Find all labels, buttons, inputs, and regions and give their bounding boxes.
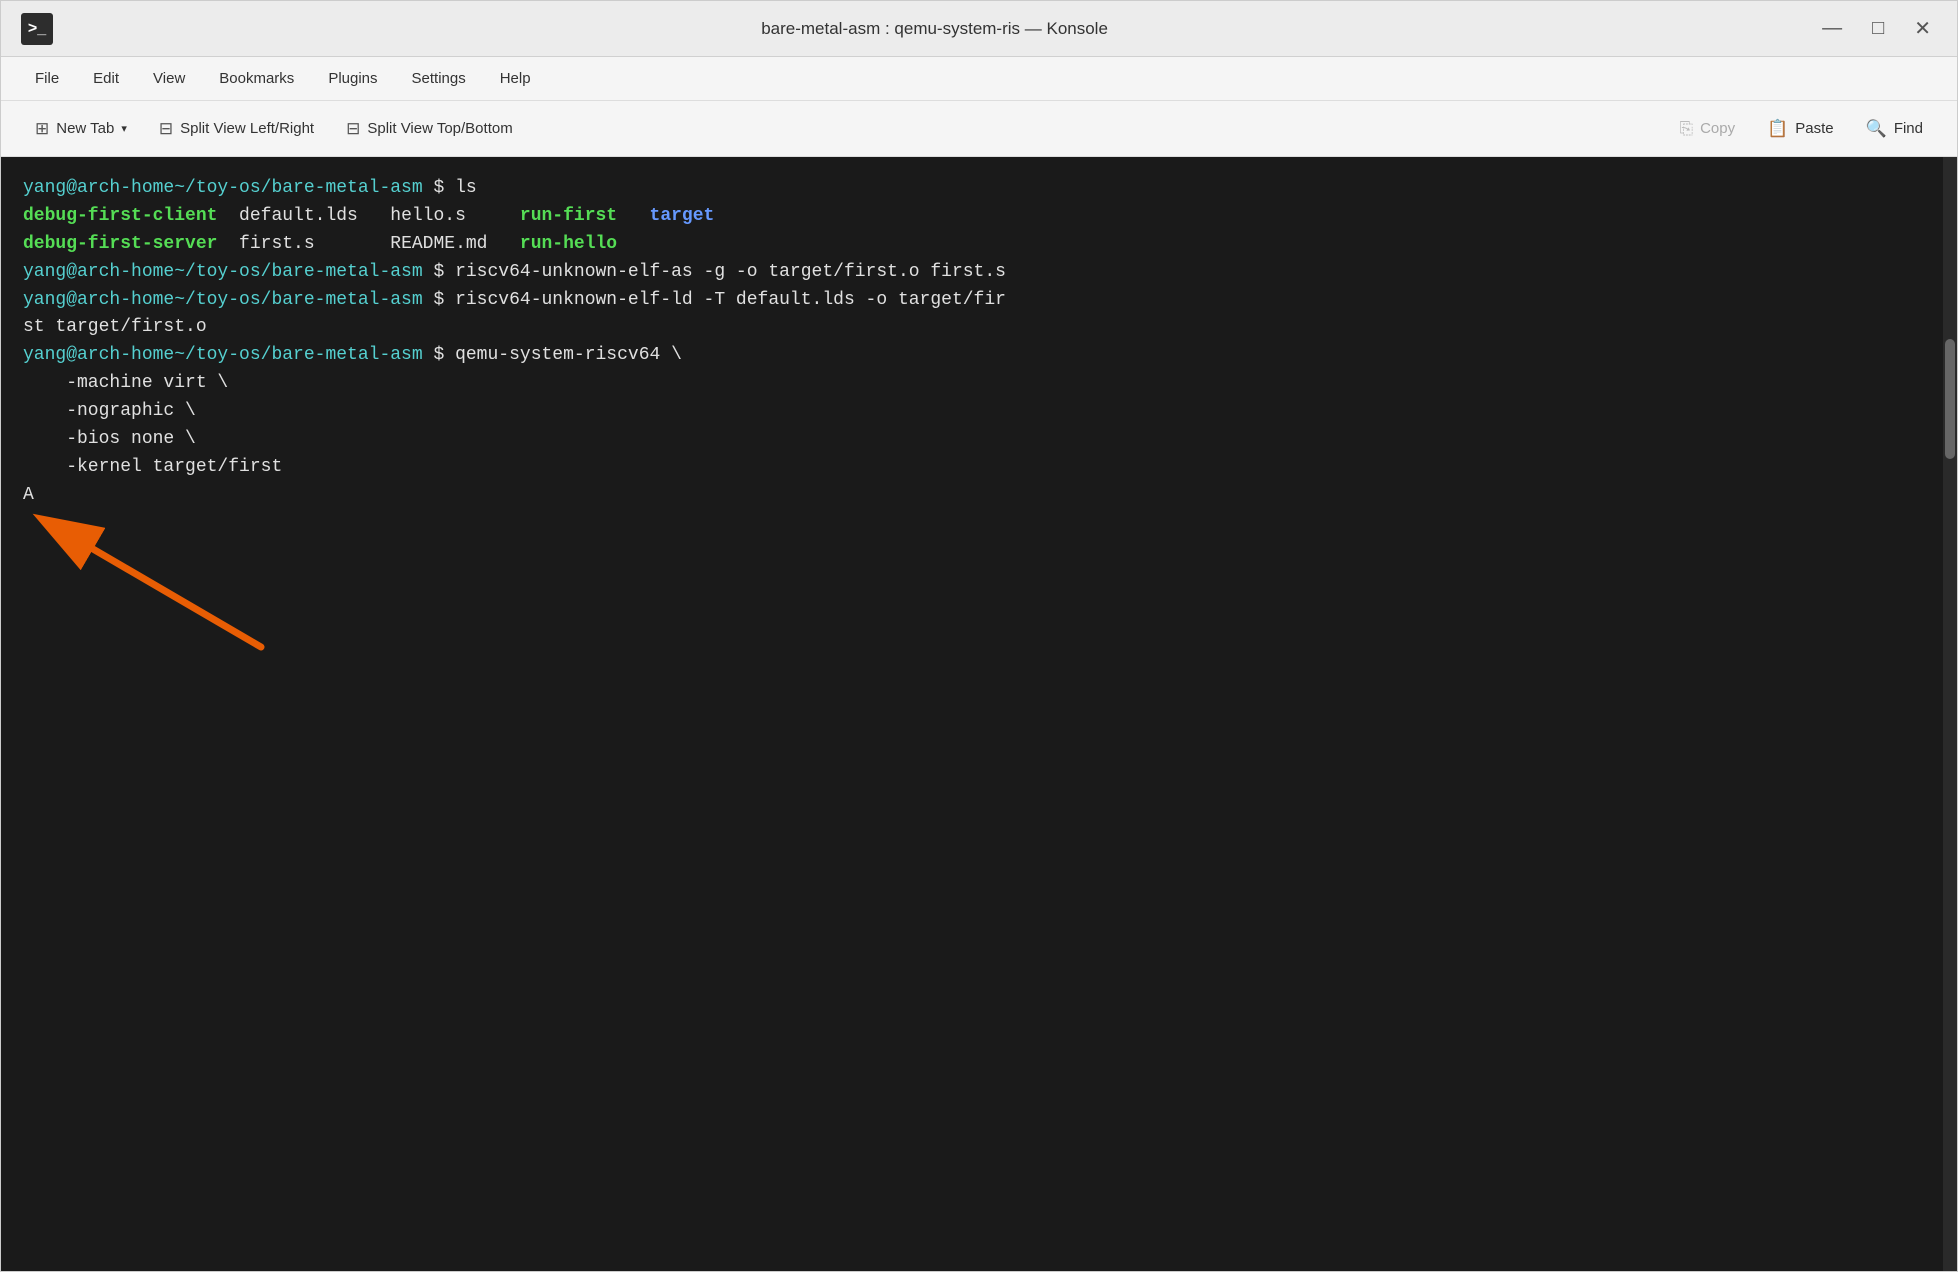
find-button[interactable]: 🔍 Find xyxy=(1852,112,1937,146)
cmd-4-line2: -nographic \ xyxy=(23,401,196,421)
titlebar: >_ bare-metal-asm : qemu-system-ris — Ko… xyxy=(1,1,1957,57)
dir-run-hello: run-hello xyxy=(520,234,617,254)
prompt-3: yang@arch-home~/toy-os/bare-metal-asm xyxy=(23,290,423,310)
menu-help[interactable]: Help xyxy=(486,64,545,93)
app-icon: >_ xyxy=(21,13,53,45)
cmd-4-line4: -kernel target/first xyxy=(23,457,282,477)
copy-icon: ⎘ xyxy=(1679,119,1693,139)
titlebar-left: >_ xyxy=(21,13,53,45)
paste-label: Paste xyxy=(1795,120,1833,137)
terminal-area[interactable]: yang@arch-home~/toy-os/bare-metal-asm $ … xyxy=(1,157,1957,1271)
menu-bookmarks[interactable]: Bookmarks xyxy=(205,64,308,93)
file-first-s: first.s README.md xyxy=(217,234,519,254)
new-tab-dropdown-icon: ▾ xyxy=(121,122,127,135)
minimize-button[interactable]: — xyxy=(1816,13,1848,44)
scrollbar[interactable] xyxy=(1943,157,1957,1271)
find-label: Find xyxy=(1894,120,1923,137)
prompt-1: yang@arch-home~/toy-os/bare-metal-asm xyxy=(23,178,423,198)
titlebar-controls: — □ ✕ xyxy=(1816,12,1937,45)
menu-settings[interactable]: Settings xyxy=(398,64,480,93)
split-tb-button[interactable]: ⊟ Split View Top/Bottom xyxy=(332,112,527,146)
main-window: >_ bare-metal-asm : qemu-system-ris — Ko… xyxy=(0,0,1958,1272)
cmd-2: $ riscv64-unknown-elf-as -g -o target/fi… xyxy=(423,262,1006,282)
menu-plugins[interactable]: Plugins xyxy=(314,64,391,93)
split-tb-icon: ⊟ xyxy=(346,119,360,139)
prompt-4: yang@arch-home~/toy-os/bare-metal-asm xyxy=(23,345,423,365)
copy-label: Copy xyxy=(1700,120,1735,137)
copy-button[interactable]: ⎘ Copy xyxy=(1665,112,1749,146)
terminal-icon-glyph: >_ xyxy=(28,20,46,38)
dir-run-first: run-first xyxy=(520,206,650,226)
paste-button[interactable]: 📋 Paste xyxy=(1753,112,1848,146)
cmd-1: $ ls xyxy=(423,178,477,198)
menu-file[interactable]: File xyxy=(21,64,73,93)
split-lr-label: Split View Left/Right xyxy=(180,120,314,137)
new-tab-button[interactable]: ⊞ New Tab ▾ xyxy=(21,112,141,146)
dir-target: target xyxy=(650,206,715,226)
menubar: File Edit View Bookmarks Plugins Setting… xyxy=(1,57,1957,101)
close-button[interactable]: ✕ xyxy=(1908,12,1937,45)
cmd-4-line3: -bios none \ xyxy=(23,429,196,449)
menu-edit[interactable]: Edit xyxy=(79,64,133,93)
split-tb-label: Split View Top/Bottom xyxy=(367,120,512,137)
scrollbar-thumb[interactable] xyxy=(1945,339,1955,459)
paste-icon: 📋 xyxy=(1767,119,1788,139)
new-tab-icon: ⊞ xyxy=(35,119,49,139)
dir-debug-first-server: debug-first-server xyxy=(23,234,217,254)
prompt-2: yang@arch-home~/toy-os/bare-metal-asm xyxy=(23,262,423,282)
toolbar: ⊞ New Tab ▾ ⊟ Split View Left/Right ⊟ Sp… xyxy=(1,101,1957,157)
cmd-4-line1: -machine virt \ xyxy=(23,373,228,393)
terminal-output[interactable]: yang@arch-home~/toy-os/bare-metal-asm $ … xyxy=(1,157,1943,1271)
window-title: bare-metal-asm : qemu-system-ris — Konso… xyxy=(53,19,1816,39)
cmd-3: $ riscv64-unknown-elf-ld -T default.lds … xyxy=(423,290,1006,310)
file-default-lds: default.lds hello.s xyxy=(217,206,519,226)
dir-debug-first-client: debug-first-client xyxy=(23,206,217,226)
output-a: A xyxy=(23,485,34,505)
cmd-3-cont: st target/first.o xyxy=(23,317,207,337)
maximize-button[interactable]: □ xyxy=(1866,13,1890,44)
split-lr-button[interactable]: ⊟ Split View Left/Right xyxy=(145,112,328,146)
cmd-4: $ qemu-system-riscv64 \ xyxy=(423,345,682,365)
menu-view[interactable]: View xyxy=(139,64,199,93)
split-lr-icon: ⊟ xyxy=(159,119,173,139)
find-icon: 🔍 xyxy=(1866,119,1887,139)
toolbar-right: ⎘ Copy 📋 Paste 🔍 Find xyxy=(1665,112,1937,146)
new-tab-label: New Tab xyxy=(56,120,114,137)
